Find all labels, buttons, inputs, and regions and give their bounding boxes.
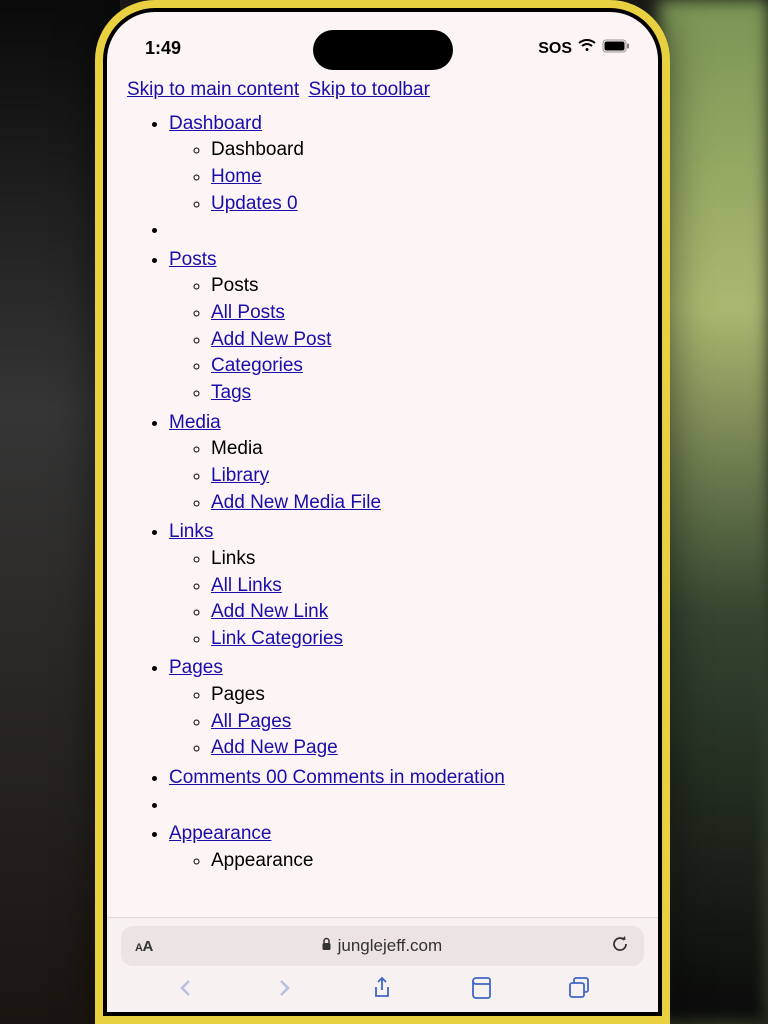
admin-menu: Dashboard Dashboard Home Updates 0 Posts xyxy=(127,111,638,874)
links-link[interactable]: Links xyxy=(169,521,213,542)
safari-toolbar: AA junglejeff.com xyxy=(107,917,658,1012)
phone-bezel: 1:49 SOS xyxy=(103,8,662,1016)
links-current: Links xyxy=(211,548,255,569)
skip-to-main-link[interactable]: Skip to main content xyxy=(127,79,299,100)
status-time: 1:49 xyxy=(145,38,245,59)
menu-section-media: Media Media Library Add New Media File xyxy=(169,410,638,516)
menu-section-links: Links Links All Links Add New Link Link … xyxy=(169,519,638,651)
reload-button[interactable] xyxy=(610,934,630,959)
submenu-item: All Pages xyxy=(211,709,638,735)
appearance-link[interactable]: Appearance xyxy=(169,823,271,844)
submenu-item: Appearance xyxy=(211,848,638,874)
menu-section-posts: Posts Posts All Posts Add New Post Categ… xyxy=(169,247,638,406)
menu-section-comments: Comments 00 Comments in moderation xyxy=(169,765,638,791)
phone-screen: 1:49 SOS xyxy=(107,12,658,1012)
text-size-button[interactable]: AA xyxy=(135,938,153,955)
pages-current: Pages xyxy=(211,684,265,705)
all-posts-link[interactable]: All Posts xyxy=(211,302,285,323)
dynamic-island xyxy=(313,30,453,70)
tags-link[interactable]: Tags xyxy=(211,382,251,403)
sos-indicator: SOS xyxy=(538,40,572,58)
menu-section-pages: Pages Pages All Pages Add New Page xyxy=(169,655,638,761)
menu-section-appearance: Appearance Appearance xyxy=(169,821,638,873)
menu-section-separator xyxy=(169,792,638,818)
dashboard-current: Dashboard xyxy=(211,139,304,160)
submenu-item: Tags xyxy=(211,380,638,406)
submenu-item: Home xyxy=(211,164,638,190)
media-link[interactable]: Media xyxy=(169,412,221,433)
skip-links: Skip to main content Skip to toolbar xyxy=(127,77,638,103)
submenu-item: All Posts xyxy=(211,300,638,326)
lock-icon xyxy=(321,936,332,956)
wifi-icon xyxy=(578,39,596,58)
submenu-item: Add New Page xyxy=(211,735,638,761)
submenu-item: Library xyxy=(211,463,638,489)
add-link-link[interactable]: Add New Link xyxy=(211,601,328,622)
library-link[interactable]: Library xyxy=(211,465,269,486)
submenu-item: Link Categories xyxy=(211,626,638,652)
page-content[interactable]: Skip to main content Skip to toolbar Das… xyxy=(107,67,658,957)
submenu-item: Links xyxy=(211,546,638,572)
dashboard-link[interactable]: Dashboard xyxy=(169,113,262,134)
submenu-item: Add New Post xyxy=(211,327,638,353)
submenu-item: Posts xyxy=(211,273,638,299)
updates-link[interactable]: Updates 0 xyxy=(211,193,298,214)
menu-section-dashboard: Dashboard Dashboard Home Updates 0 xyxy=(169,111,638,217)
status-indicators: SOS xyxy=(538,39,630,58)
submenu-item: Updates 0 xyxy=(211,191,638,217)
categories-link[interactable]: Categories xyxy=(211,355,303,376)
submenu-item: Pages xyxy=(211,682,638,708)
menu-section-separator xyxy=(169,217,638,243)
battery-icon xyxy=(602,39,630,58)
share-button[interactable] xyxy=(370,976,394,1005)
submenu-item: Media xyxy=(211,436,638,462)
appearance-current: Appearance xyxy=(211,850,313,871)
phone-frame: 1:49 SOS xyxy=(95,0,670,1024)
add-media-link[interactable]: Add New Media File xyxy=(211,492,381,513)
submenu-item: All Links xyxy=(211,573,638,599)
back-button[interactable] xyxy=(174,976,198,1005)
all-pages-link[interactable]: All Pages xyxy=(211,711,291,732)
url-display[interactable]: junglejeff.com xyxy=(321,936,443,956)
media-current: Media xyxy=(211,438,263,459)
url-bar[interactable]: AA junglejeff.com xyxy=(121,926,644,966)
safari-bottom-icons xyxy=(107,966,658,1005)
submenu-item: Add New Media File xyxy=(211,490,638,516)
comments-link[interactable]: Comments 00 Comments in moderation xyxy=(169,767,505,788)
tabs-button[interactable] xyxy=(567,976,591,1005)
add-page-link[interactable]: Add New Page xyxy=(211,737,338,758)
add-post-link[interactable]: Add New Post xyxy=(211,329,331,350)
all-links-link[interactable]: All Links xyxy=(211,575,282,596)
home-link[interactable]: Home xyxy=(211,166,262,187)
skip-to-toolbar-link[interactable]: Skip to toolbar xyxy=(308,79,429,100)
submenu-item: Categories xyxy=(211,353,638,379)
pages-link[interactable]: Pages xyxy=(169,657,223,678)
submenu-item: Add New Link xyxy=(211,599,638,625)
bookmarks-button[interactable] xyxy=(469,976,493,1005)
domain-text: junglejeff.com xyxy=(338,936,443,956)
background-right xyxy=(658,0,768,1024)
submenu-item: Dashboard xyxy=(211,137,638,163)
posts-link[interactable]: Posts xyxy=(169,249,217,270)
posts-current: Posts xyxy=(211,275,259,296)
link-categories-link[interactable]: Link Categories xyxy=(211,628,343,649)
forward-button[interactable] xyxy=(272,976,296,1005)
